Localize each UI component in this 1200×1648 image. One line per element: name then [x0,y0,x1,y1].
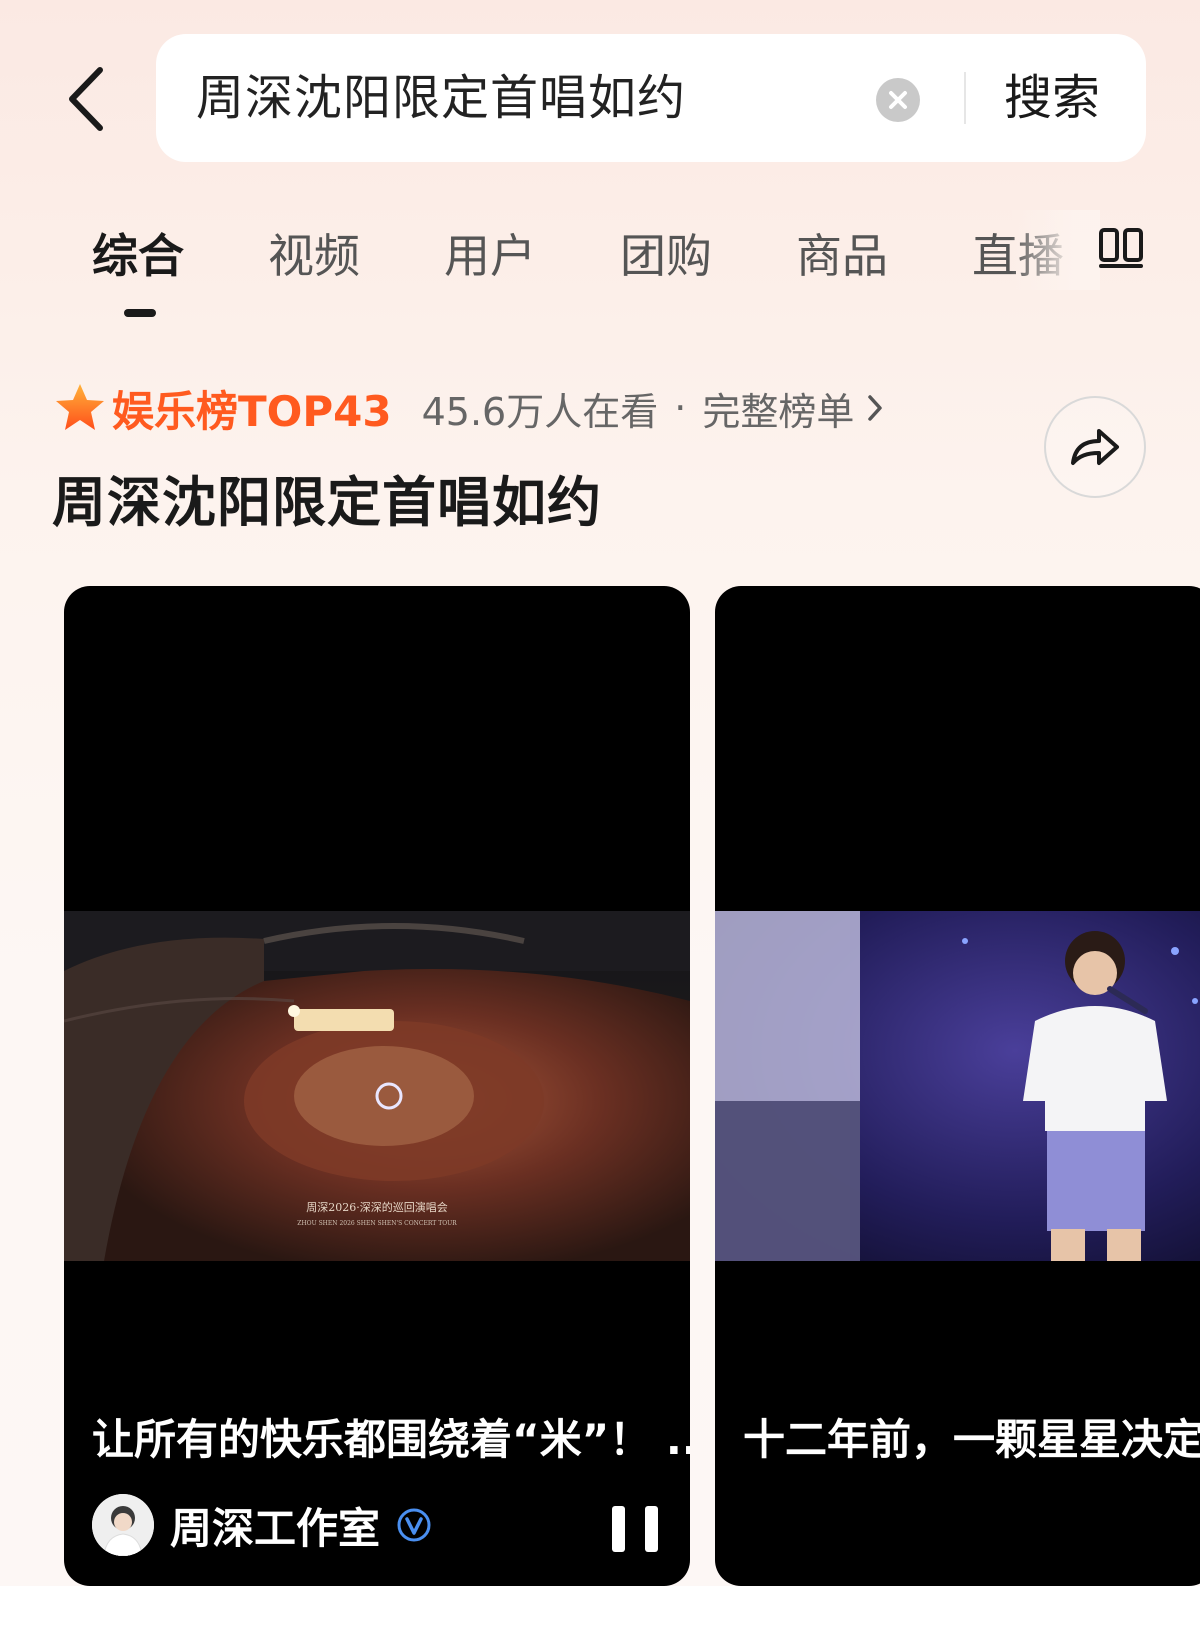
singer-image [715,911,1200,1261]
full-list-link[interactable]: 完整榜单 [702,381,854,436]
tab-videos[interactable]: 视频 [268,220,360,286]
video-caption: 让所有的快乐都围绕着“米”！ ... [92,1415,690,1464]
search-submit-button[interactable]: 搜索 [1004,34,1100,162]
tab-products[interactable]: 商品 [796,220,888,286]
chevron-left-icon [69,67,103,131]
pause-icon [612,1506,625,1552]
chevron-right-icon [868,395,883,421]
active-tab-indicator [124,309,156,317]
search-header: 周深沈阳限定首唱如约 搜索 [0,0,1200,190]
star-icon [56,384,104,430]
tab-users[interactable]: 用户 [444,220,536,286]
topic-title: 周深沈阳限定首唱如约 [52,471,602,534]
avatar[interactable] [92,1494,154,1556]
pause-icon-bar [645,1506,658,1552]
author-name[interactable]: 周深工作室 [170,1495,380,1556]
search-divider [964,72,966,124]
verified-badge-icon [397,1508,431,1542]
clear-search-button[interactable] [876,78,920,122]
video-frame-singer [715,911,1200,1261]
ranking-row: 娱乐榜TOP43 45.6万人在看 · 完整榜单 [54,378,884,438]
back-button[interactable] [62,62,110,136]
frame-overlay-line1: 周深2026·深深的巡回演唱会 [306,1200,448,1214]
ranking-label: 娱乐榜TOP43 [112,386,392,436]
separator-dot: · [674,386,687,430]
video-card[interactable]: 周深2026·深深的巡回演唱会 ZHOU SHEN 2026 SHEN SHEN… [64,586,690,1586]
search-box[interactable]: 周深沈阳限定首唱如约 搜索 [156,34,1146,162]
video-card[interactable]: 十二年前，一颗星星决定 [715,586,1200,1586]
video-carousel: 周深2026·深深的巡回演唱会 ZHOU SHEN 2026 SHEN SHEN… [0,586,1200,1586]
tab-group-buy[interactable]: 团购 [620,220,712,286]
stadium-image: 周深2026·深深的巡回演唱会 ZHOU SHEN 2026 SHEN SHEN… [64,911,690,1261]
tab-fade [1010,210,1100,290]
share-arrow-icon [1071,429,1119,465]
search-input[interactable]: 周深沈阳限定首唱如约 [196,34,686,162]
viewer-count: 45.6万人在看 [421,389,659,434]
clear-circle-icon [889,91,907,109]
bottom-strip [0,1586,1200,1648]
tab-all[interactable]: 综合 [92,220,184,286]
grid-icon [1099,228,1143,268]
video-frame-stadium: 周深2026·深深的巡回演唱会 ZHOU SHEN 2026 SHEN SHEN… [64,911,690,1261]
pause-button[interactable] [612,1506,658,1552]
author-row[interactable]: 周深工作室 [92,1494,432,1556]
video-caption: 十二年前，一颗星星决定 [743,1415,1200,1464]
frame-overlay-line2: ZHOU SHEN 2026 SHEN SHEN'S CONCERT TOUR [297,1220,457,1227]
more-tabs-button[interactable] [1098,226,1144,270]
share-button[interactable] [1044,396,1146,498]
